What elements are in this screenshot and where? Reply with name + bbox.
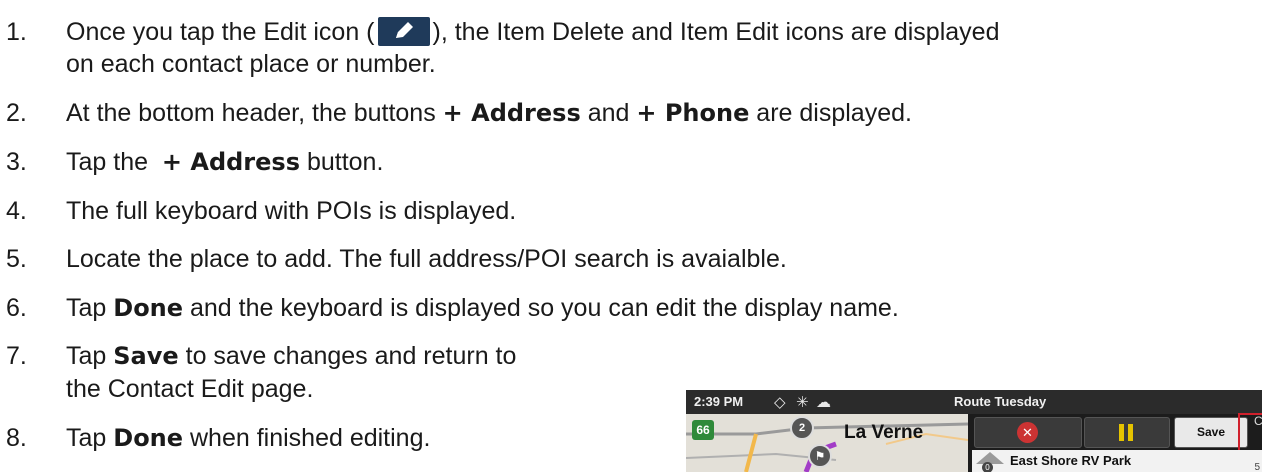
step-text: The full keyboard with POIs is displayed… (66, 197, 517, 225)
bold-term: + Phone (636, 99, 750, 127)
pause-button[interactable] (1084, 417, 1170, 448)
cloud-icon: ☁ (816, 394, 831, 411)
cancel-route-button[interactable]: ✕ (974, 417, 1082, 448)
step-text: ), the Item Delete and Item Edit icons a… (432, 18, 1000, 46)
bold-term: Save (113, 342, 179, 370)
step-text: At the bottom header, the buttons (66, 99, 443, 127)
save-button[interactable]: Save (1174, 417, 1248, 448)
step-text: Once you tap the Edit icon ( (66, 18, 375, 46)
edit-pencil-icon (377, 17, 430, 46)
step-text: Tap (66, 424, 114, 452)
step-number: 8. (6, 424, 27, 452)
flag-marker-icon: ⚑ (808, 444, 832, 468)
step-number: 4. (6, 197, 27, 225)
step-text: Locate the place to add. The full addres… (66, 245, 787, 273)
pause-icon (1119, 424, 1135, 441)
step-text: on each contact place or number. (66, 50, 436, 78)
destination-distance: 5 (1254, 462, 1260, 472)
step-text: button. (300, 148, 384, 176)
map-city-label: La Verne (844, 422, 924, 443)
step-number: 6. (6, 294, 27, 322)
step-text: and the keyboard is displayed so you can… (183, 294, 899, 322)
status-time: 2:39 PM (694, 394, 744, 409)
step-number: 5. (6, 245, 27, 273)
destination-name: East Shore RV Park (1010, 453, 1132, 468)
waypoint-marker: 2 (790, 416, 814, 440)
bluetooth-icon: ✳ (796, 394, 809, 411)
step-text: the Contact Edit page. (66, 375, 314, 403)
bold-term: + Address (442, 99, 581, 127)
cancel-icon: ✕ (1017, 422, 1038, 443)
step-number: 3. (6, 148, 27, 176)
step-number: 2. (6, 99, 27, 127)
step-text: Tap the (66, 148, 162, 176)
step-text: are displayed. (749, 99, 912, 127)
status-bar: 2:39 PM ◇ ✳ ☁ Route Tuesday (686, 390, 1262, 414)
map-view[interactable]: 66 2 ⚑ La Verne (686, 414, 968, 472)
destination-marker: 0 (982, 462, 993, 472)
device-screenshot: 2:39 PM ◇ ✳ ☁ Route Tuesday 66 2 ⚑ La Ve… (686, 390, 1262, 472)
step-number: 1. (6, 18, 27, 46)
bold-term: + Address (161, 148, 300, 176)
step-number: 7. (6, 342, 27, 370)
step-text: when finished editing. (183, 424, 431, 452)
wifi-icon: ◇ (774, 394, 786, 411)
step-text: to save changes and return to (178, 342, 517, 370)
step-text: and (580, 99, 637, 127)
route-title: Route Tuesday (954, 394, 1047, 409)
bold-term: Done (113, 424, 184, 452)
bold-term: Done (113, 294, 184, 322)
step-text: Tap (66, 294, 114, 322)
destination-row[interactable]: 0 East Shore RV Park 5 (972, 450, 1262, 472)
route-controls-panel: ✕ Save C 0 East Shore RV Park 5 (968, 413, 1262, 472)
highway-shield: 66 (692, 420, 714, 440)
step-text: Tap (66, 342, 114, 370)
